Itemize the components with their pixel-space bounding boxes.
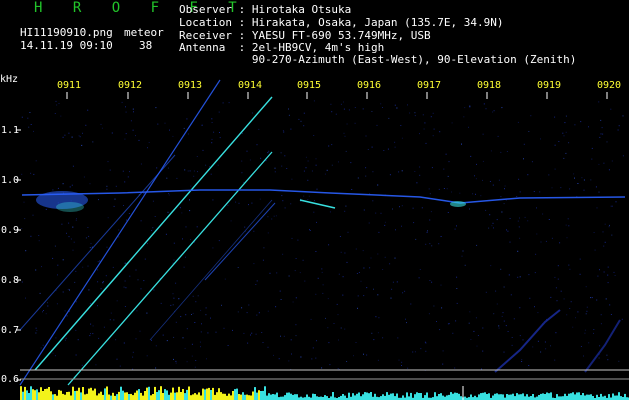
- time-tick-label: 0914: [238, 80, 263, 91]
- time-tick-label: 0911: [57, 80, 82, 91]
- sweep-trace: [67, 151, 273, 386]
- time-tick-label: 0918: [477, 80, 502, 91]
- noise-floor: [21, 100, 624, 371]
- observer-info: Observer : Hirotaka Otsuka: [179, 3, 352, 16]
- sweep-trace: [19, 79, 221, 386]
- y-tick-label: 0.9: [1, 225, 20, 236]
- meteor-echo-trace: [299, 199, 336, 209]
- location-info: Location : Hirakata, Osaka, Japan (135.7…: [179, 16, 504, 29]
- meteor-count: 38: [139, 39, 153, 52]
- spectrogram-screen: H R O F F T HI11190910.png 14.11.19 09:1…: [0, 0, 629, 400]
- y-tick-label: 0.6: [1, 374, 20, 385]
- meteor-echo-blob: [56, 202, 84, 212]
- sweep-trace: [19, 154, 176, 331]
- y-tick-label: 0.8: [1, 275, 20, 286]
- faint-echo-trace: [494, 309, 561, 373]
- time-tick-label: 0916: [357, 80, 382, 91]
- time-tick-label: 0920: [597, 80, 622, 91]
- image-filename: HI11190910.png: [20, 26, 113, 39]
- y-tick-label: 1.0: [1, 175, 20, 186]
- y-axis-unit-label: kHz: [0, 74, 19, 85]
- sweep-trace: [204, 202, 276, 281]
- y-tick-label: 0.7: [1, 325, 20, 336]
- sweep-trace: [34, 96, 273, 371]
- time-tick-label: 0912: [118, 80, 143, 91]
- capture-timestamp: 14.11.19 09:10: [20, 39, 113, 52]
- meteor-echo-blob: [450, 201, 466, 207]
- time-tick-label: 0917: [417, 80, 442, 91]
- y-tick-label: 1.1: [1, 125, 20, 136]
- time-tick-label: 0913: [178, 80, 203, 91]
- amplitude-strip: [20, 386, 629, 400]
- time-tick-label: 0919: [537, 80, 562, 91]
- antenna-detail-info: 90-270-Azimuth (East-West), 90-Elevation…: [179, 53, 577, 66]
- faint-echo-trace: [584, 319, 621, 373]
- meteor-label: meteor: [124, 26, 164, 39]
- time-tick-label: 0915: [297, 80, 322, 91]
